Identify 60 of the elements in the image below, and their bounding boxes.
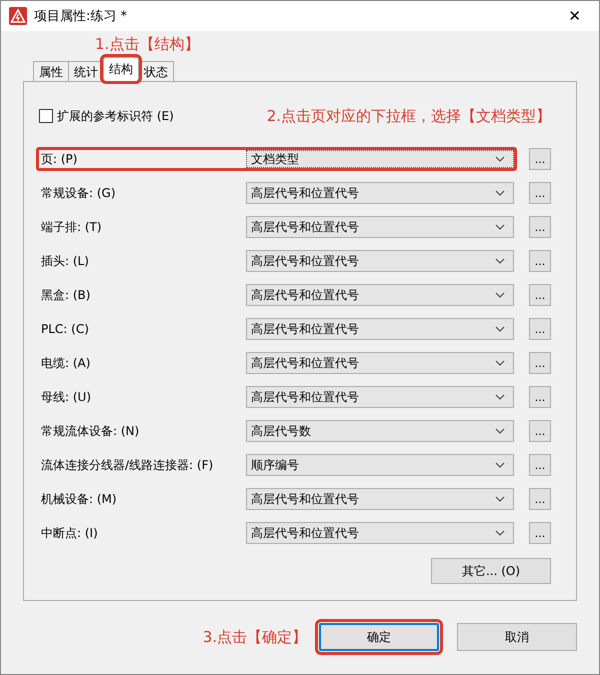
browse-button[interactable]: ...: [529, 352, 551, 374]
checkbox[interactable]: [39, 109, 53, 123]
browse-button[interactable]: ...: [529, 522, 551, 544]
browse-button[interactable]: ...: [529, 488, 551, 510]
browse-button[interactable]: ...: [529, 318, 551, 340]
dropdown[interactable]: 高层代号数: [246, 420, 514, 442]
annotation-text: 3.点击【确定】: [202, 628, 307, 646]
field-label: 黑盒: (B): [40, 286, 92, 304]
annotation-text: 1.点击【结构】: [95, 34, 200, 54]
chevron-down-icon: [495, 190, 506, 196]
dropdown[interactable]: 高层代号和位置代号: [246, 488, 514, 510]
tab[interactable]: 属性: [33, 61, 69, 81]
field-label: 页: (P): [40, 150, 78, 168]
chevron-down-icon: [495, 394, 506, 400]
browse-button[interactable]: ...: [529, 250, 551, 272]
cancel-button[interactable]: 取消: [457, 623, 577, 651]
field-label: 常规流体设备: (N): [40, 422, 140, 440]
field-label: 中断点: (I): [40, 524, 99, 542]
field-label: 插头: (L): [40, 252, 90, 270]
chevron-down-icon: [495, 530, 506, 536]
dropdown[interactable]: 高层代号和位置代号: [246, 386, 514, 408]
field-label: 常规设备: (G): [40, 184, 117, 202]
chevron-down-icon: [495, 224, 506, 230]
dropdown[interactable]: 顺序编号: [246, 454, 514, 476]
dropdown[interactable]: 高层代号和位置代号: [246, 522, 514, 544]
chevron-down-icon: [495, 496, 506, 502]
field-label: 流体连接分线器/线路连接器: (F): [40, 456, 214, 474]
chevron-down-icon: [495, 292, 506, 298]
dropdown[interactable]: 高层代号和位置代号: [246, 182, 514, 204]
chevron-down-icon: [495, 428, 506, 434]
field-label: 母线: (U): [40, 388, 92, 406]
field-label: 端子排: (T): [40, 218, 103, 236]
other-button[interactable]: 其它... (O): [431, 558, 551, 584]
dropdown[interactable]: 高层代号和位置代号: [246, 250, 514, 272]
chevron-down-icon: [495, 360, 506, 366]
window-title: 项目属性:练习 *: [34, 8, 128, 25]
app-logo-icon: [9, 7, 27, 25]
dropdown[interactable]: 高层代号和位置代号: [246, 216, 514, 238]
browse-button[interactable]: ...: [529, 454, 551, 476]
dropdown[interactable]: 文档类型: [246, 150, 514, 168]
field-label: PLC: (C): [40, 322, 90, 336]
browse-button[interactable]: ...: [529, 420, 551, 442]
annotation-text: 2.点击页对应的下拉框，选择【文档类型】: [266, 106, 551, 126]
field-label: 电缆: (A): [40, 354, 92, 372]
field-label: 机械设备: (M): [40, 490, 118, 508]
checkbox-label: 扩展的参考标识符 (E): [57, 108, 174, 124]
browse-button[interactable]: ...: [529, 148, 551, 170]
dropdown[interactable]: 高层代号和位置代号: [246, 318, 514, 340]
dropdown[interactable]: 高层代号和位置代号: [246, 284, 514, 306]
chevron-down-icon: [495, 156, 506, 162]
browse-button[interactable]: ...: [529, 216, 551, 238]
browse-button[interactable]: ...: [529, 182, 551, 204]
tab[interactable]: 结构: [103, 57, 139, 81]
chevron-down-icon: [495, 258, 506, 264]
chevron-down-icon: [495, 462, 506, 468]
chevron-down-icon: [495, 326, 506, 332]
browse-button[interactable]: ...: [529, 386, 551, 408]
browse-button[interactable]: ...: [529, 284, 551, 306]
close-button[interactable]: ✕: [558, 7, 591, 25]
dropdown[interactable]: 高层代号和位置代号: [246, 352, 514, 374]
